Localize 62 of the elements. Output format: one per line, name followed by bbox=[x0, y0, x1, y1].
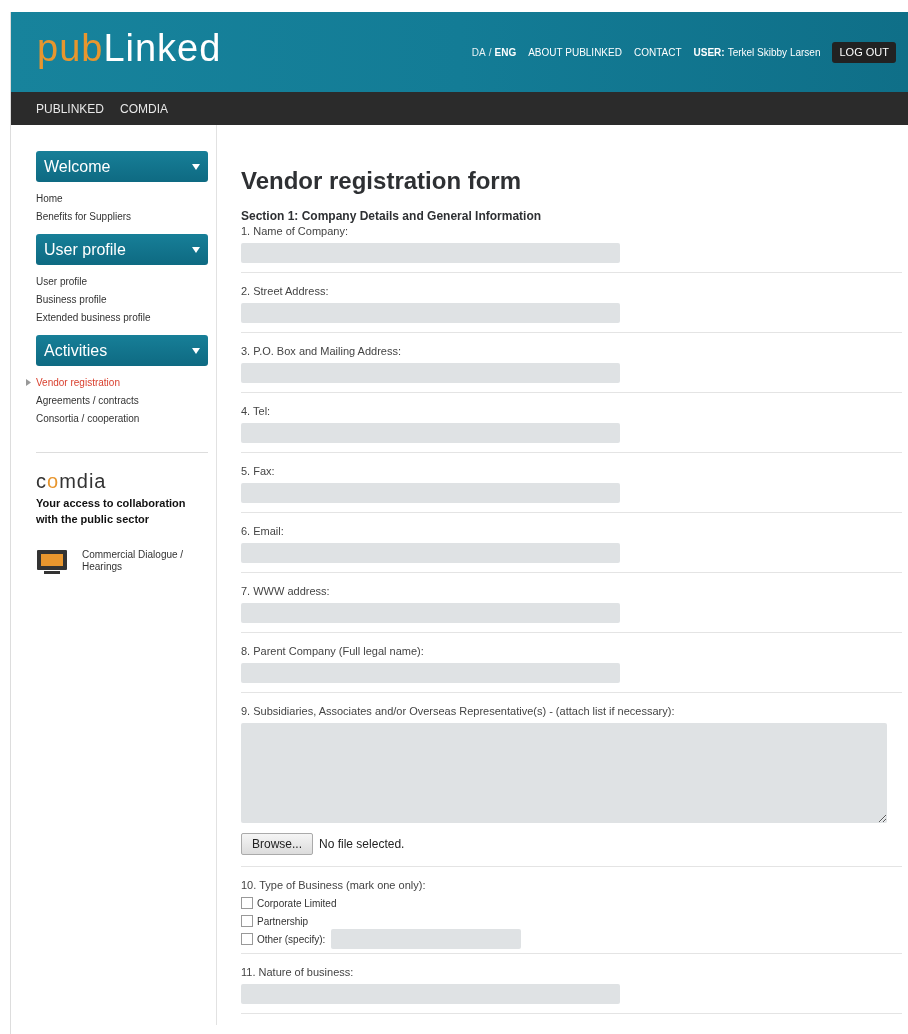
field-label: 2. Street Address: bbox=[241, 284, 330, 298]
sidebar-header[interactable]: Welcome bbox=[36, 151, 208, 182]
header-link[interactable]: ABOUT PUBLINKED bbox=[528, 44, 622, 60]
logout-button[interactable]: LOG OUT bbox=[832, 41, 896, 63]
triangle-icon bbox=[26, 379, 31, 386]
section-title: Section 1: Company Details and General Information bbox=[241, 208, 543, 225]
site-logo: pubLinked bbox=[37, 29, 222, 67]
user-name: Terkel Skibby Larsen bbox=[727, 45, 821, 60]
checkbox[interactable] bbox=[241, 897, 253, 909]
checkbox[interactable] bbox=[241, 915, 253, 927]
sidebar-link[interactable]: Agreements / contracts bbox=[36, 393, 139, 408]
separator: / bbox=[488, 45, 492, 60]
nav-link[interactable]: COMDIA bbox=[120, 99, 169, 118]
sidebar-link[interactable]: Benefits for Suppliers bbox=[36, 209, 132, 224]
field-label: 4. Tel: bbox=[241, 404, 272, 418]
language-link[interactable]: ENG bbox=[494, 44, 517, 60]
sidebar-link[interactable]: Business profile bbox=[36, 292, 107, 307]
nav-link[interactable]: PUBLINKED bbox=[36, 99, 105, 118]
dropdown-icon bbox=[192, 347, 200, 354]
monitor-icon bbox=[36, 549, 68, 575]
text-area[interactable] bbox=[241, 723, 887, 823]
option-label: Other (specify): bbox=[257, 932, 326, 947]
comdia-logo: comdia bbox=[36, 471, 108, 491]
input-field[interactable] bbox=[241, 483, 620, 503]
field-label: 6. Email: bbox=[241, 524, 285, 538]
option-label: Corporate Limited bbox=[257, 896, 337, 911]
input-field[interactable] bbox=[241, 663, 620, 683]
input-field[interactable] bbox=[241, 243, 620, 263]
option-label: Partnership bbox=[257, 914, 309, 929]
input-field[interactable] bbox=[241, 984, 620, 1004]
input-field[interactable] bbox=[241, 603, 620, 623]
sidebar-link[interactable]: Commercial Dialogue / Hearings bbox=[82, 549, 202, 573]
dropdown-icon bbox=[192, 246, 200, 253]
specify-field[interactable] bbox=[331, 929, 522, 949]
field-label: 1. Name of Company: bbox=[241, 224, 349, 238]
input-field[interactable] bbox=[241, 543, 620, 563]
header-link[interactable]: CONTACT bbox=[633, 44, 682, 60]
input-field[interactable] bbox=[241, 363, 620, 383]
language-link[interactable]: DA bbox=[471, 44, 486, 60]
sidebar-link[interactable]: Consortia / cooperation bbox=[36, 411, 140, 426]
sidebar-header[interactable]: Activities bbox=[36, 335, 208, 366]
dropdown-icon bbox=[192, 163, 200, 170]
user-label: USER: bbox=[693, 45, 725, 60]
sidebar-header[interactable]: User profile bbox=[36, 234, 208, 265]
sidebar-link[interactable]: Home bbox=[36, 191, 63, 206]
sidebar-link[interactable]: Vendor registration bbox=[36, 375, 120, 390]
input-field[interactable] bbox=[241, 423, 620, 443]
file-status: No file selected. bbox=[319, 836, 405, 853]
browse-button[interactable]: Browse... bbox=[241, 833, 313, 855]
tagline: Your access to collaboration with the public sector bbox=[36, 496, 186, 527]
checkbox[interactable] bbox=[241, 933, 253, 945]
field-label: 7. WWW address: bbox=[241, 584, 331, 598]
input-field[interactable] bbox=[241, 303, 620, 323]
field-label: 5. Fax: bbox=[241, 464, 276, 478]
field-label: 3. P.O. Box and Mailing Address: bbox=[241, 344, 402, 358]
sidebar-link[interactable]: User profile bbox=[36, 274, 88, 289]
field-label: 10. Type of Business (mark one only): bbox=[241, 878, 427, 892]
sidebar-link[interactable]: Extended business profile bbox=[36, 310, 151, 325]
page-title: Vendor registration form bbox=[241, 169, 523, 193]
field-label: 11. Nature of business: bbox=[241, 965, 355, 979]
field-label: 9. Subsidiaries, Associates and/or Overseas Representative(s) - (attach list if necessary): bbox=[241, 704, 676, 718]
field-label: 8. Parent Company (Full legal name): bbox=[241, 644, 425, 658]
